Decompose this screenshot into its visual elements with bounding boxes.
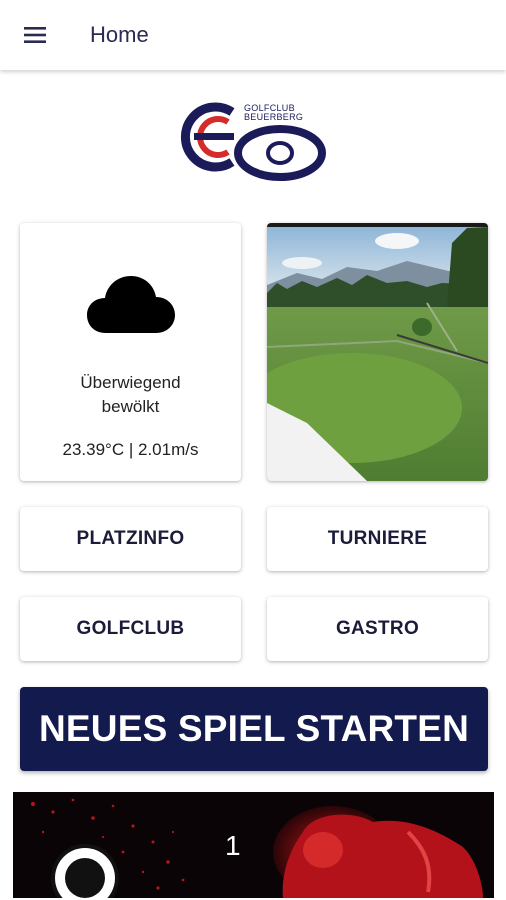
turniere-button[interactable]: TURNIERE	[267, 507, 488, 571]
logo-text: GOLFCLUB BEUERBERG	[244, 103, 304, 122]
weather-card[interactable]: Überwiegend bewölkt 23.39°C | 2.01m/s	[20, 223, 241, 481]
weather-description: Überwiegend bewölkt	[80, 373, 181, 416]
gastro-button[interactable]: GASTRO	[267, 597, 488, 661]
club-logo: GOLFCLUB BEUERBERG	[176, 100, 330, 184]
cloud-icon	[87, 276, 175, 333]
menu-button[interactable]	[0, 0, 70, 70]
weather-readings: 23.39°C | 2.01m/s	[62, 440, 199, 459]
page-title: Home	[90, 22, 149, 47]
promo-counter: 1	[225, 830, 241, 861]
webcam-image[interactable]	[267, 223, 488, 481]
platzinfo-button[interactable]: PLATZINFO	[20, 507, 241, 571]
menu-icon	[24, 27, 46, 43]
golfclub-button[interactable]: GOLFCLUB	[20, 597, 241, 661]
promo-banner[interactable]: 1	[13, 792, 494, 898]
app-bar: Home	[0, 0, 506, 70]
start-new-game-button[interactable]: NEUES SPIEL STARTEN	[20, 687, 488, 771]
